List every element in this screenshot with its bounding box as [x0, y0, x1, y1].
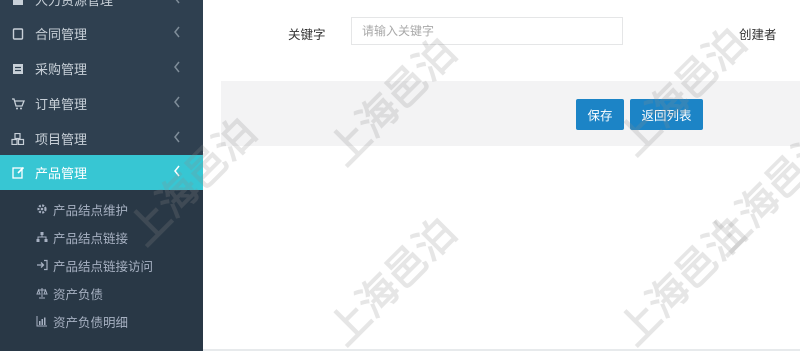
product-submenu: 产品结点维护 产品结点链接 产品结点链接访问 资产负债 资产负债明细	[0, 190, 203, 351]
gear-icon	[36, 203, 49, 216]
submenu-item-balance[interactable]: 资产负债	[36, 281, 103, 305]
edit-icon	[11, 166, 25, 180]
sidebar-item-label: 产品管理	[35, 167, 88, 182]
list-icon	[11, 62, 25, 76]
submenu-item-label: 资产负债	[53, 286, 104, 302]
submenu-item-node-maintenance[interactable]: 产品结点维护	[36, 197, 128, 221]
chevron-left-icon	[173, 96, 185, 110]
save-button[interactable]: 保存	[576, 99, 624, 130]
submenu-item-node-link[interactable]: 产品结点链接	[36, 225, 128, 249]
sidebar-item-product[interactable]: 产品管理	[0, 155, 203, 190]
chevron-left-icon	[173, 0, 185, 6]
sidebar-item-hr[interactable]: 人力资源管理	[0, 0, 203, 17]
submenu-item-balance-detail[interactable]: 资产负债明细	[36, 309, 128, 333]
sidebar-item-label: 项目管理	[35, 133, 88, 148]
document-icon	[11, 0, 25, 7]
main-content: 关键字 创建者 保存 返回列表	[203, 0, 800, 351]
back-to-list-button[interactable]: 返回列表	[630, 99, 703, 130]
chevron-left-icon	[173, 165, 185, 179]
cubes-icon	[11, 132, 25, 146]
creator-label: 创建者	[739, 27, 777, 42]
submenu-item-label: 产品结点维护	[53, 202, 129, 218]
keyword-label: 关键字	[288, 27, 326, 42]
sidebar-item-label: 合同管理	[35, 28, 88, 43]
bar-chart-icon	[36, 315, 49, 328]
action-bar: 保存 返回列表	[221, 81, 800, 146]
sidebar-item-project[interactable]: 项目管理	[0, 121, 203, 156]
sidebar-item-label: 订单管理	[35, 98, 88, 113]
chevron-left-icon	[173, 131, 185, 145]
sitemap-icon	[36, 231, 49, 244]
chevron-left-icon	[173, 61, 185, 75]
submenu-item-label: 资产负债明细	[53, 314, 129, 330]
keyword-input[interactable]	[351, 17, 623, 45]
sidebar-item-contract[interactable]: 合同管理	[0, 16, 203, 51]
submenu-item-label: 产品结点链接	[53, 230, 129, 246]
sidebar-item-label: 人力资源管理	[35, 0, 114, 9]
sidebar: 人力资源管理 合同管理 采购管理 订单管理 项目管理 产品管理 产品结点维护 产…	[0, 0, 203, 351]
sidebar-item-label: 采购管理	[35, 63, 88, 78]
submenu-item-node-link-visit[interactable]: 产品结点链接访问	[36, 253, 153, 277]
sign-in-icon	[36, 259, 49, 272]
sidebar-item-order[interactable]: 订单管理	[0, 86, 203, 121]
sidebar-item-purchase[interactable]: 采购管理	[0, 51, 203, 86]
file-icon	[11, 27, 25, 41]
cart-icon	[11, 97, 25, 111]
balance-icon	[36, 287, 49, 300]
chevron-left-icon	[173, 26, 185, 40]
submenu-item-label: 产品结点链接访问	[53, 258, 154, 274]
